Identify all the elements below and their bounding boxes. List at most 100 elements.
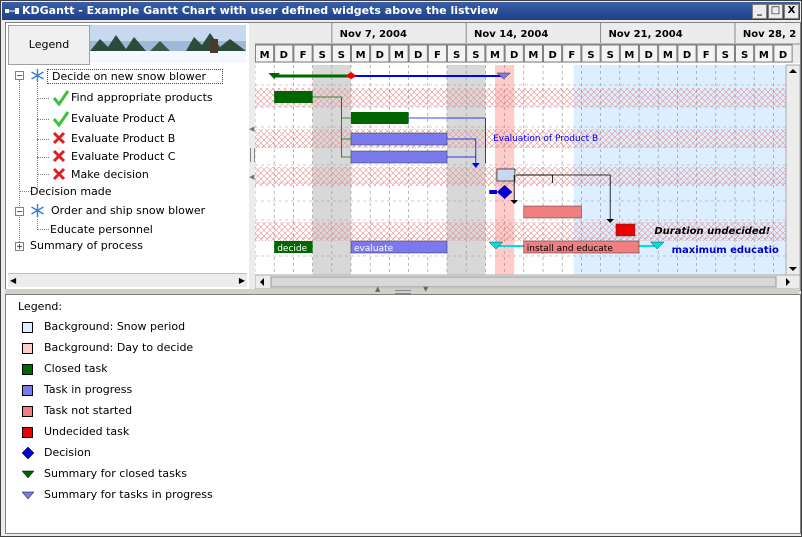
week-label: Nov 28, 2 [743,29,796,40]
task-eval-b[interactable] [350,132,448,146]
day-label: D [414,50,422,61]
day-label: D [510,50,518,61]
day-label: F [703,50,710,61]
day-label: D [280,50,288,61]
week-label: Nov 14, 2004 [474,29,548,40]
legend-swatch [22,385,33,396]
diamond-icon [22,447,34,459]
tree-hline [37,98,49,99]
annotation-eval-b: Evaluation of Product B [493,134,598,144]
row-label-make-decision[interactable]: Make decision [71,168,149,181]
triangle-icon [22,491,34,500]
task-eval-a[interactable] [351,112,409,124]
tree-hline [37,139,49,140]
snowflake-icon [31,204,44,217]
gantt-chart[interactable]: Nov 7, 2004 Nov 14, 2004 Nov 21, 2004 Nov 2… [255,23,800,289]
legend-label: Closed task [44,362,108,375]
gantt-view: Legend − − + Decide on new snow blower F… [5,22,801,291]
legend-label: Decision [44,446,91,459]
expander-summary[interactable]: + [15,242,24,251]
day-label: S [741,50,748,61]
hatched-row [255,88,800,107]
row-label-educate[interactable]: Educate personnel [50,223,153,236]
row-label-order[interactable]: Order and ship snow blower [51,204,205,217]
tree-hline [37,119,49,120]
legend-button[interactable]: Legend [8,25,90,65]
row-label-eval-b[interactable]: Evaluate Product B [71,132,175,145]
snowflake-icon [31,69,44,82]
winter-landscape-image [90,25,246,63]
day-label: M [260,50,270,61]
annotation-duration: Duration undecided! [654,226,770,237]
gantt-vertical-scrollbar[interactable] [785,64,800,276]
window-title: KDGantt - Example Gantt Chart with user … [22,4,499,17]
legend-title: Legend: [18,300,63,313]
day-label: M [528,50,538,61]
legend-swatch [22,406,33,417]
day-label: M [663,50,673,61]
expander-order[interactable]: − [15,207,24,216]
scroll-right-icon[interactable]: ▶ [239,276,245,285]
task-find-products[interactable] [274,91,313,103]
week-label: Nov 21, 2004 [608,29,682,40]
checkmark-icon [52,90,70,107]
gantt-scroll-thumb[interactable] [270,276,777,288]
collapse-left-icon[interactable]: ◀ [249,125,254,133]
main-window: KDGantt - Example Gantt Chart with user … [0,0,802,537]
cross-icon [52,131,66,145]
day-label: M [490,50,500,61]
legend-swatch [22,322,33,333]
legend-swatch [22,343,33,354]
task-eval-c[interactable] [350,150,448,164]
summary-evaluate-label: evaluate [354,244,394,254]
cross-icon [52,149,66,163]
row-label-decision-made[interactable]: Decision made [30,185,112,198]
row-label-summary[interactable]: Summary of process [30,239,143,252]
task-listview: Legend − − + Decide on new snow blower F… [6,23,249,289]
legend-label: Task in progress [44,383,133,396]
task-educate[interactable] [615,223,636,237]
tree-hline [37,157,49,158]
expander-decide[interactable]: − [15,71,24,80]
collapse-up-icon[interactable]: ▲ [375,285,380,293]
row-label-find[interactable]: Find appropriate products [71,91,213,104]
legend-label: Task not started [44,404,133,417]
day-label: M [356,50,366,61]
day-label: D [683,50,691,61]
row-label-eval-c[interactable]: Evaluate Product C [71,150,176,163]
legend-swatch [22,364,33,375]
day-label: S [722,50,729,61]
day-label: F [434,50,441,61]
legend-label: Summary for closed tasks [44,467,187,480]
summary-decide-label: decide [277,244,307,254]
week-label: Nov 7, 2004 [340,29,407,40]
row-label-eval-a[interactable]: Evaluate Product A [71,112,175,125]
collapse-down-icon[interactable]: ▼ [423,285,428,293]
scroll-left-icon[interactable]: ◀ [10,276,16,285]
checkmark-icon [52,111,70,128]
day-label: D [548,50,556,61]
close-button[interactable]: X [784,4,799,19]
day-label: M [759,50,769,61]
maximize-button[interactable]: □ [768,4,783,19]
row-label-decide[interactable]: Decide on new snow blower [47,69,223,84]
tree-line-root [19,80,20,246]
day-label: D [644,50,652,61]
task-make-decision[interactable] [496,168,516,182]
list-horizontal-scrollbar[interactable]: ◀ ▶ [8,273,247,287]
task-order-ship[interactable] [523,205,582,219]
minimize-button[interactable]: _ [752,4,767,19]
annotation-max-education: maximum educatio [672,245,779,256]
legend-label: Summary for tasks in progress [44,488,213,501]
day-label: S [319,50,326,61]
title-bar[interactable]: KDGantt - Example Gantt Chart with user … [2,2,800,20]
day-label: S [607,50,614,61]
legend-swatch [22,427,33,438]
day-label: S [472,50,479,61]
collapse-left-icon-2[interactable]: ◀ [249,173,254,181]
summary-install-label: install and educate [527,244,614,254]
legend-label: Undecided task [44,425,130,438]
legend-label: Background: Day to decide [44,341,194,354]
day-label: S [338,50,345,61]
legend-label: Background: Snow period [44,320,186,333]
